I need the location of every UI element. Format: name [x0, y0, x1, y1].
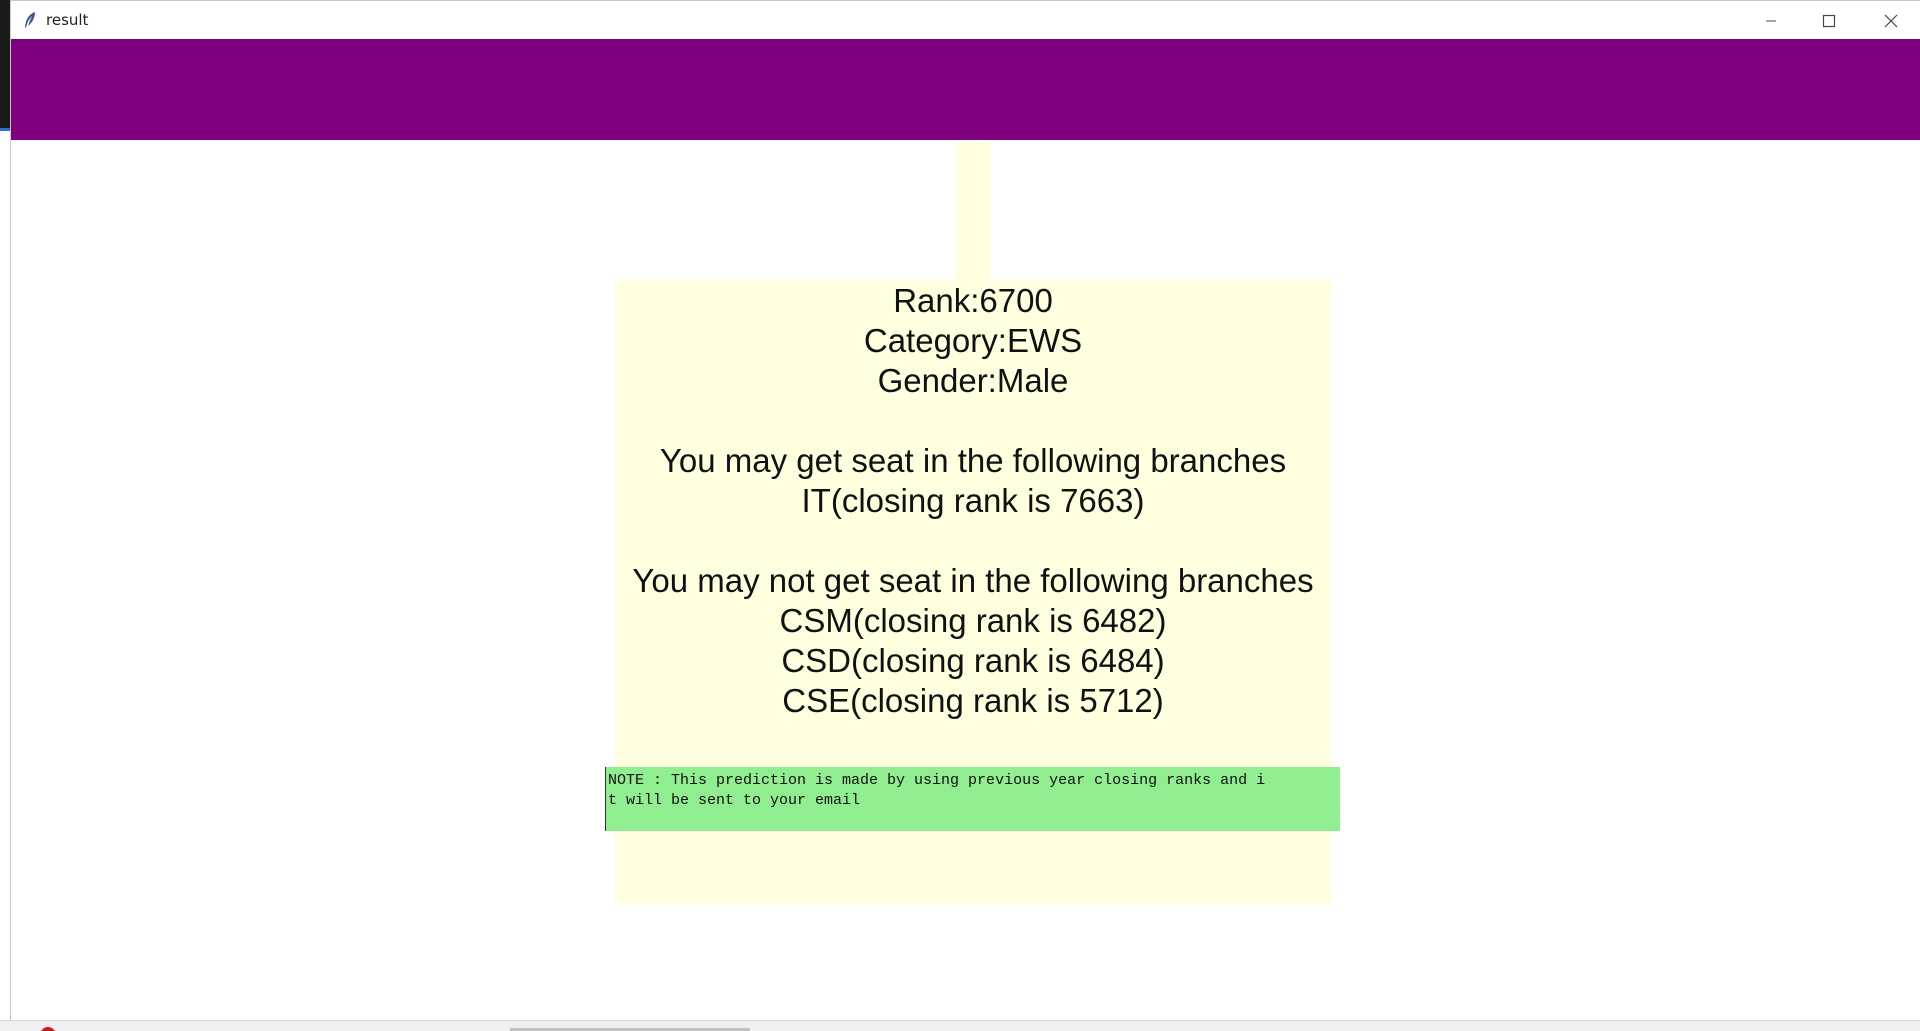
- ineligible-heading: You may not get seat in the following br…: [632, 562, 1314, 599]
- taskbar-app-icon: [40, 1027, 56, 1031]
- maximize-button[interactable]: [1801, 1, 1857, 40]
- screen: result Rank:6700 Category:EWS Gender:Mal…: [0, 0, 1920, 1031]
- result-window: result Rank:6700 Category:EWS Gender:Mal…: [10, 0, 1920, 1020]
- note-line: t will be sent to your email: [608, 792, 861, 809]
- close-button[interactable]: [1863, 1, 1919, 40]
- taskbar-edge: [0, 1020, 1920, 1031]
- rank-label: Rank:6700: [893, 282, 1053, 319]
- background-window-edge: [0, 0, 10, 130]
- note-panel: NOTE : This prediction is made by using …: [605, 767, 1340, 831]
- feather-icon: [23, 11, 37, 29]
- ineligible-branch-item: CSD(closing rank is 6484): [781, 642, 1165, 679]
- ineligible-branch-item: CSM(closing rank is 6482): [779, 602, 1167, 639]
- title-bar[interactable]: result: [11, 0, 1920, 39]
- background-window-accent: [0, 128, 10, 131]
- minimize-button[interactable]: [1743, 1, 1799, 40]
- maximize-icon: [1822, 14, 1836, 28]
- note-line: NOTE : This prediction is made by using …: [608, 772, 1266, 789]
- desktop-backdrop: [0, 0, 10, 1031]
- category-label: Category:EWS: [863, 322, 1083, 359]
- decorative-connector: [956, 142, 990, 279]
- eligible-branch-item: IT(closing rank is 7663): [801, 482, 1145, 519]
- minimize-icon: [1765, 15, 1777, 27]
- header-banner: [11, 39, 1920, 140]
- eligible-heading: You may get seat in the following branch…: [659, 442, 1287, 479]
- close-icon: [1884, 14, 1898, 28]
- ineligible-branch-item: CSE(closing rank is 5712): [782, 682, 1164, 719]
- content-area: Rank:6700 Category:EWS Gender:Male You m…: [11, 140, 1920, 1020]
- window-title: result: [46, 11, 89, 29]
- gender-label: Gender:Male: [877, 362, 1069, 399]
